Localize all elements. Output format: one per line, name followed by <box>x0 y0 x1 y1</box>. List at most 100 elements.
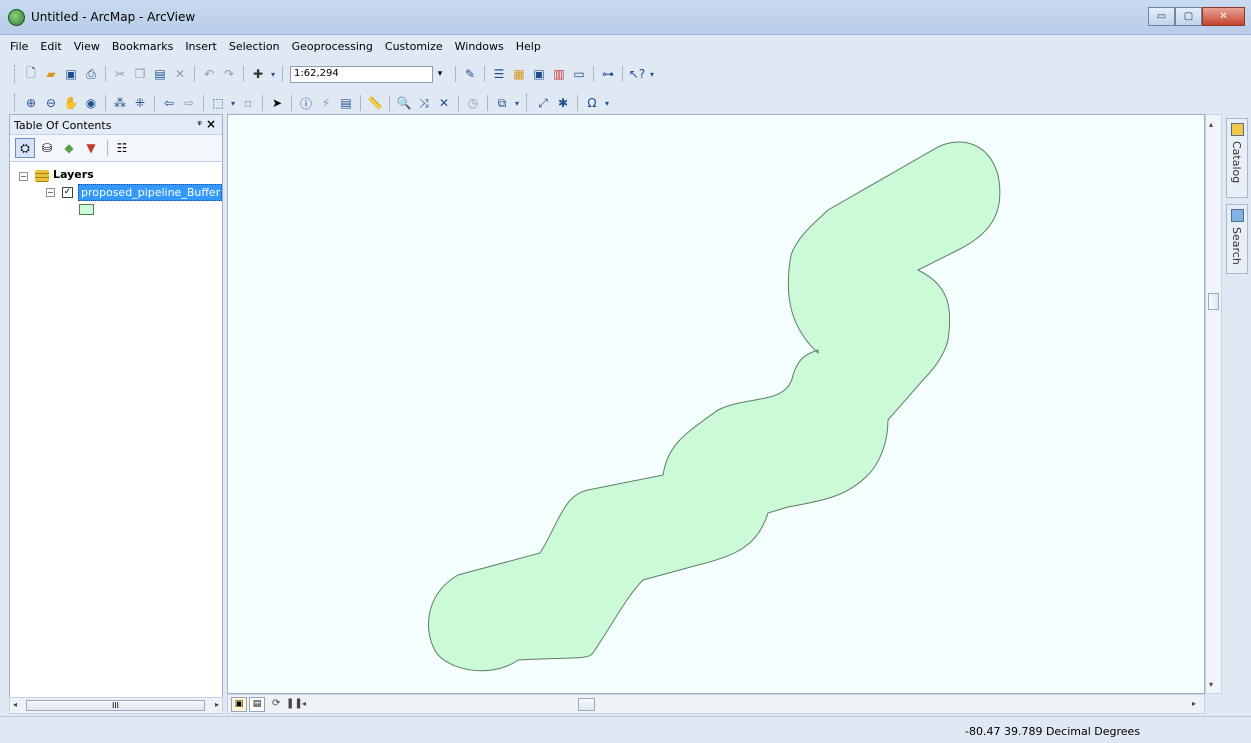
select-elements-icon[interactable]: ➤ <box>268 94 286 112</box>
data-view-icon[interactable]: ▣ <box>231 697 247 712</box>
clear-selection-icon[interactable]: ▫ <box>239 94 257 112</box>
map-scale-input[interactable]: 1:62,294 <box>290 65 433 83</box>
toolbar-options-icon[interactable]: ▾ <box>603 94 611 112</box>
menu-edit[interactable]: Edit <box>34 38 67 58</box>
python-window-icon[interactable]: ▭ <box>570 65 588 83</box>
toolbar-grip[interactable] <box>14 65 17 83</box>
map-canvas <box>428 141 1001 672</box>
time-slider-icon[interactable]: ◷ <box>464 94 482 112</box>
list-by-source-icon[interactable]: ⛁ <box>37 138 57 158</box>
scrollbar-thumb[interactable] <box>1208 293 1219 310</box>
hyperlink-icon[interactable]: ⚡ <box>317 94 335 112</box>
toc-options-icon[interactable]: ☷ <box>112 138 132 158</box>
list-by-drawing-order-icon[interactable]: ⛭ <box>15 138 35 158</box>
identify-icon[interactable]: ⓘ <box>297 94 315 112</box>
undo-icon[interactable]: ↶ <box>200 65 218 83</box>
pan-icon[interactable]: ✋ <box>62 94 80 112</box>
layer-symbol-swatch[interactable] <box>79 204 94 215</box>
catalog-window-icon[interactable]: ▦ <box>510 65 528 83</box>
window-controls: ▭ ▢ ✕ <box>1148 7 1245 26</box>
toolbar-options-icon[interactable]: ▾ <box>513 94 521 112</box>
catalog-tab[interactable]: Catalog <box>1226 118 1248 198</box>
editor-toolbar-icon[interactable]: ✎ <box>461 65 479 83</box>
close-icon[interactable]: × <box>206 117 216 131</box>
full-extent-icon[interactable]: ◉ <box>82 94 100 112</box>
table-of-contents-icon[interactable]: ☰ <box>490 65 508 83</box>
find-route-icon[interactable]: ⤨ <box>415 94 433 112</box>
zoom-in-icon[interactable]: ⊕ <box>22 94 40 112</box>
scrollbar-thumb[interactable]: III <box>26 700 205 711</box>
map-view[interactable] <box>227 114 1205 694</box>
toolbar-options-icon[interactable]: ▾ <box>648 65 656 83</box>
map-bottom-bar: ▣ ▤ ⟳ ❚❚ ◂ ▸ <box>227 694 1205 714</box>
menu-file[interactable]: File <box>4 38 34 58</box>
buffer-polygon[interactable] <box>428 141 1001 672</box>
find-icon[interactable]: 🔍 <box>395 94 413 112</box>
minimize-button[interactable]: ▭ <box>1148 7 1175 26</box>
collapse-layers-icon[interactable]: − <box>19 172 28 181</box>
scroll-right-icon[interactable]: ▸ <box>215 700 219 709</box>
scroll-down-icon[interactable]: ▾ <box>1209 680 1213 689</box>
modelbuilder-icon[interactable]: ⊶ <box>599 65 617 83</box>
scrollbar-thumb[interactable] <box>578 698 595 711</box>
save-icon[interactable]: ▣ <box>62 65 80 83</box>
measure-icon[interactable]: 📏 <box>366 94 384 112</box>
map-vertical-scrollbar[interactable]: ▴ ▾ <box>1205 114 1222 694</box>
arctoolbox-icon[interactable]: ▥ <box>550 65 568 83</box>
close-button[interactable]: ✕ <box>1202 7 1245 26</box>
menu-selection[interactable]: Selection <box>223 38 286 58</box>
toolbar-grip[interactable] <box>14 94 17 112</box>
select-features-icon[interactable]: ⬚ <box>209 94 227 112</box>
create-viewer-window-icon[interactable]: ⧉ <box>493 94 511 112</box>
editor-vertex-icon[interactable]: ✱ <box>554 94 572 112</box>
search-window-icon[interactable]: ▣ <box>530 65 548 83</box>
menu-view[interactable]: View <box>68 38 106 58</box>
fixed-zoom-out-icon[interactable]: ⁜ <box>131 94 149 112</box>
refresh-icon[interactable]: ⟳ <box>272 698 280 709</box>
fixed-zoom-in-icon[interactable]: ⁂ <box>111 94 129 112</box>
cut-icon[interactable]: ✂ <box>111 65 129 83</box>
toolbar-grip[interactable] <box>526 94 529 112</box>
scroll-up-icon[interactable]: ▴ <box>1209 120 1213 129</box>
route-icon[interactable]: Ω <box>583 94 601 112</box>
menu-customize[interactable]: Customize <box>379 38 449 58</box>
paste-icon[interactable]: ▤ <box>151 65 169 83</box>
whats-this-help-icon[interactable]: ↖? <box>628 65 646 83</box>
next-extent-icon[interactable]: ⇨ <box>180 94 198 112</box>
scroll-left-icon[interactable]: ◂ <box>302 699 306 708</box>
collapse-layer-icon[interactable]: − <box>46 188 55 197</box>
menu-help[interactable]: Help <box>510 38 547 58</box>
scroll-right-icon[interactable]: ▸ <box>1192 699 1196 708</box>
pause-drawing-icon[interactable]: ❚❚ <box>286 698 303 709</box>
scroll-left-icon[interactable]: ◂ <box>13 700 17 709</box>
layout-view-icon[interactable]: ▤ <box>249 697 265 712</box>
menu-insert[interactable]: Insert <box>179 38 223 58</box>
menu-geoprocessing[interactable]: Geoprocessing <box>286 38 379 58</box>
add-data-icon[interactable]: ✚ <box>249 65 267 83</box>
add-data-dropdown-icon[interactable]: ▾ <box>269 65 277 83</box>
georeferencing-icon[interactable]: ⤢ <box>534 94 552 112</box>
pin-icon[interactable]: ᵠ <box>197 118 202 131</box>
zoom-out-icon[interactable]: ⊖ <box>42 94 60 112</box>
scale-dropdown-icon[interactable]: ▾ <box>433 66 447 83</box>
toc-horizontal-scrollbar[interactable]: ◂ III ▸ <box>9 697 223 714</box>
new-document-icon[interactable]: 🗋 <box>22 65 40 83</box>
layers-group-label[interactable]: Layers <box>53 168 94 181</box>
layer-visibility-checkbox[interactable]: ✓ <box>62 187 73 198</box>
maximize-button[interactable]: ▢ <box>1175 7 1202 26</box>
search-tab[interactable]: Search <box>1226 204 1248 274</box>
redo-icon[interactable]: ↷ <box>220 65 238 83</box>
select-dropdown-icon[interactable]: ▾ <box>229 94 237 112</box>
menu-bookmarks[interactable]: Bookmarks <box>106 38 179 58</box>
open-folder-icon[interactable]: ▰ <box>42 65 60 83</box>
list-by-selection-icon[interactable]: ▼ <box>81 138 101 158</box>
list-by-visibility-icon[interactable]: ◆ <box>59 138 79 158</box>
previous-extent-icon[interactable]: ⇦ <box>160 94 178 112</box>
html-popup-icon[interactable]: ▤ <box>337 94 355 112</box>
menu-windows[interactable]: Windows <box>449 38 510 58</box>
layer-name[interactable]: proposed_pipeline_Buffer <box>78 184 222 201</box>
print-icon[interactable]: ⎙ <box>82 65 100 83</box>
go-to-xy-icon[interactable]: ✕ <box>435 94 453 112</box>
delete-icon[interactable]: ✕ <box>171 65 189 83</box>
copy-icon[interactable]: ❐ <box>131 65 149 83</box>
